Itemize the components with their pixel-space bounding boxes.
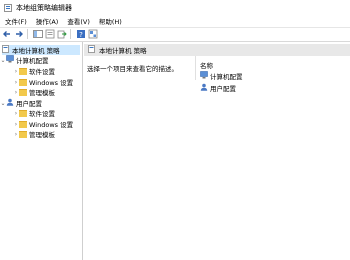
tree-item-label: 软件设置: [29, 110, 55, 118]
tree-item-user-config[interactable]: ⌄ 用户配置: [0, 98, 42, 108]
toolbar-divider: [27, 29, 28, 39]
folder-icon: [19, 109, 27, 117]
back-arrow-icon[interactable]: [2, 29, 12, 39]
toolbar: ?: [0, 27, 350, 42]
tree-item-root[interactable]: 本地计算机 策略: [2, 45, 80, 55]
tree-item-user-admin-templates[interactable]: › 管理模板: [13, 129, 55, 139]
tree-item-label: 管理模板: [29, 89, 55, 97]
show-hide-tree-icon[interactable]: [33, 29, 43, 39]
menu-action[interactable]: 操作(A): [31, 16, 63, 26]
tree-item-label: 软件设置: [29, 68, 55, 76]
tree-item-user-windows-settings[interactable]: › Windows 设置: [13, 119, 73, 129]
view-options-icon[interactable]: [88, 29, 98, 39]
window-title: 本地组策略编辑器: [16, 3, 72, 12]
tree-item-label: 管理模板: [29, 131, 55, 139]
forward-arrow-icon[interactable]: [14, 29, 24, 39]
menu-view[interactable]: 查看(V): [62, 16, 94, 26]
tree-item-label: 计算机配置: [16, 57, 49, 65]
menu-help[interactable]: 帮助(H): [94, 16, 126, 26]
list-item-computer-config[interactable]: 计算机配置: [200, 71, 243, 81]
description-text: 选择一个项目来查看它的描述。: [87, 65, 178, 73]
tree-item-user-software-settings[interactable]: › 软件设置: [13, 108, 55, 118]
folder-icon: [19, 88, 27, 96]
properties-icon[interactable]: [45, 29, 55, 39]
help-icon[interactable]: ?: [76, 29, 86, 39]
details-header-title: 本地计算机 策略: [99, 47, 147, 55]
details-pane: 本地计算机 策略 选择一个项目来查看它的描述。 名称 计算机配置 用户配置: [84, 42, 350, 260]
computer-icon: [6, 55, 14, 65]
computer-icon: [200, 71, 208, 81]
tree-item-label: Windows 设置: [29, 121, 74, 129]
tree-item-label: 用户配置: [16, 100, 42, 108]
title-bar: 本地组策略编辑器: [0, 0, 350, 15]
policy-editor-icon: [4, 3, 12, 12]
tree-item-computer-config[interactable]: ⌄ 计算机配置: [0, 55, 49, 65]
tree-item-label: 本地计算机 策略: [12, 47, 60, 55]
export-list-icon[interactable]: [57, 29, 67, 39]
svg-text:?: ?: [79, 31, 83, 39]
tree-item-label: Windows 设置: [29, 79, 74, 87]
folder-icon: [19, 130, 27, 138]
list-item-user-config[interactable]: 用户配置: [200, 83, 236, 93]
folder-icon: [19, 67, 27, 75]
computer-policy-icon: [88, 45, 96, 55]
user-icon: [200, 83, 208, 93]
menu-file[interactable]: 文件(F): [0, 16, 31, 26]
pane-divider: [195, 56, 196, 80]
user-icon: [6, 98, 14, 108]
tree-item-software-settings[interactable]: › 软件设置: [13, 66, 55, 76]
folder-icon: [19, 120, 27, 128]
folder-icon: [19, 78, 27, 86]
tree-item-admin-templates[interactable]: › 管理模板: [13, 87, 55, 97]
list-item-label: 计算机配置: [210, 73, 243, 81]
tree-item-windows-settings[interactable]: › Windows 设置: [13, 77, 73, 87]
details-header: 本地计算机 策略: [84, 44, 350, 56]
toolbar-divider: [70, 29, 71, 39]
computer-policy-icon: [2, 45, 10, 55]
column-header-name[interactable]: 名称: [200, 60, 213, 70]
navigation-tree: 本地计算机 策略 ⌄ 计算机配置 › 软件设置 › Windows 设置 › 管…: [0, 42, 83, 260]
list-item-label: 用户配置: [210, 85, 236, 93]
